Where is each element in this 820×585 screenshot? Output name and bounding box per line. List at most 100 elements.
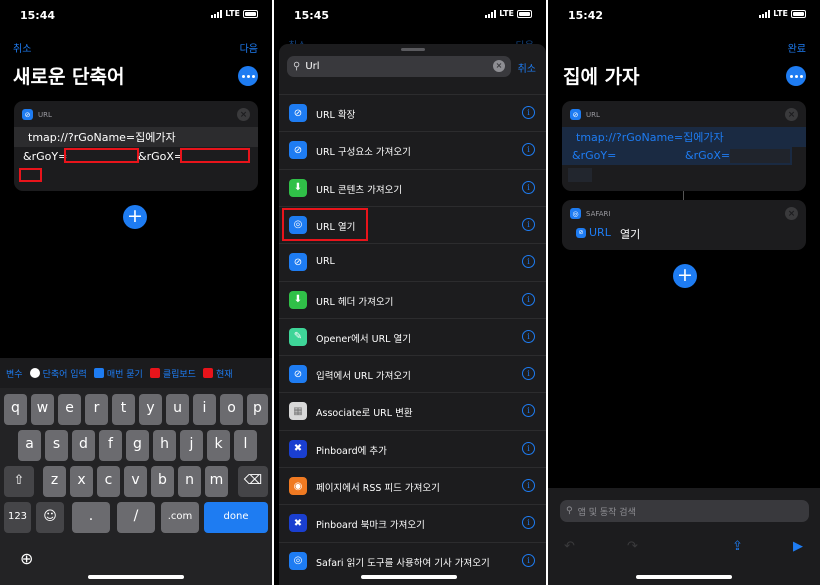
search-cancel-button[interactable]: 취소 (518, 60, 536, 75)
info-icon[interactable]: i (522, 143, 535, 157)
key-y[interactable]: y (139, 394, 162, 425)
url-variable-token[interactable]: ⊘ URL (576, 226, 611, 239)
result-row[interactable]: ▦ Associate로 URL 변환 i (279, 392, 546, 429)
key-s[interactable]: s (45, 430, 68, 461)
info-icon[interactable]: i (522, 255, 535, 269)
key-d[interactable]: d (72, 430, 95, 461)
result-row[interactable]: ◎ Safari 읽기 도구를 사용하여 기사 가져오기 i (279, 541, 546, 579)
key-k[interactable]: k (207, 430, 230, 461)
url-text-rgoy[interactable]: &rGoY= (572, 149, 616, 162)
share-icon[interactable]: ⇪ (732, 539, 743, 554)
info-icon[interactable]: i (522, 553, 535, 567)
play-icon[interactable]: ▶ (793, 539, 803, 554)
key-f[interactable]: f (99, 430, 122, 461)
clear-search-button[interactable]: × (493, 60, 505, 72)
key-x[interactable]: x (70, 466, 93, 497)
result-label: URL (316, 256, 335, 268)
url-text-line1[interactable]: tmap://?rGoName=집에가자 (576, 129, 724, 145)
result-row[interactable]: ⬇ URL 헤더 가져오기 i (279, 280, 546, 318)
globe-icon[interactable]: ⊕ (20, 549, 33, 568)
result-row[interactable]: ◉ 페이지에서 RSS 피드 가져오기 i (279, 467, 546, 504)
more-options-button[interactable] (238, 66, 258, 86)
undo-icon[interactable]: ↶ (564, 539, 575, 554)
key-b[interactable]: b (151, 466, 174, 497)
info-icon[interactable]: i (522, 516, 535, 530)
info-icon[interactable]: i (522, 329, 535, 343)
remove-action-button[interactable]: × (785, 207, 798, 220)
key-v[interactable]: v (124, 466, 147, 497)
result-row[interactable]: ⊘ URL 구성요소 가져오기 i (279, 131, 546, 168)
key-p[interactable]: p (247, 394, 268, 425)
info-icon[interactable]: i (522, 441, 535, 455)
sheet-grabber[interactable] (400, 48, 425, 51)
key-o[interactable]: o (220, 394, 243, 425)
key-r[interactable]: r (85, 394, 108, 425)
cancel-button[interactable]: 취소 (13, 40, 31, 55)
add-action-button[interactable]: + (673, 264, 697, 288)
info-icon[interactable]: i (522, 180, 535, 194)
numbers-key[interactable]: 123 (4, 502, 31, 533)
info-icon[interactable]: i (522, 404, 535, 418)
url-text-line1[interactable]: tmap://?rGoName=집에가자 (28, 129, 176, 145)
key-l[interactable]: l (234, 430, 257, 461)
key-t[interactable]: t (112, 394, 135, 425)
key-a[interactable]: a (18, 430, 41, 461)
suggestion-shortcut-input[interactable]: 단축어 입력 (43, 367, 87, 380)
open-url-action-card[interactable]: ◎ SAFARI × ⊘ URL 열기 (562, 200, 806, 250)
key-n[interactable]: n (178, 466, 201, 497)
info-icon[interactable]: i (522, 106, 535, 119)
download-icon: ⬇ (289, 178, 307, 197)
result-row[interactable]: ✖ Pinboard 북마크 가져오기 i (279, 504, 546, 541)
search-actions-input[interactable]: ⚲ 앱 및 동작 검색 (560, 500, 809, 522)
url-text-rgox[interactable]: &rGoX= (685, 149, 730, 162)
result-row[interactable]: ⊘ URL 확장 i (279, 94, 546, 131)
remove-action-button[interactable]: × (785, 108, 798, 121)
key-z[interactable]: z (43, 466, 66, 497)
info-icon[interactable]: i (522, 479, 535, 492)
phone-screen-shortcut-editor: 15:42 LTE 완료 집에 가자 ⊘ URL × tmap://?rGoNa… (548, 0, 820, 585)
key-dotcom[interactable]: .com (161, 502, 199, 533)
url-text-rgox[interactable]: &rGoX= (138, 150, 183, 163)
link-icon: ⊘ (289, 253, 307, 272)
suggestion-ask-each-time[interactable]: 매번 묻기 (107, 367, 143, 380)
suggestion-current[interactable]: 현재 (216, 367, 233, 380)
key-g[interactable]: g (126, 430, 149, 461)
redo-icon[interactable]: ↷ (627, 539, 638, 554)
backspace-key[interactable]: ⌫ (238, 466, 268, 497)
redacted-area (730, 149, 790, 163)
status-bar: 15:42 LTE (548, 0, 820, 30)
suggestion-clipboard[interactable]: 클립보드 (163, 367, 196, 380)
info-icon[interactable]: i (522, 367, 535, 381)
key-j[interactable]: j (180, 430, 203, 461)
add-action-button[interactable]: + (123, 205, 147, 229)
result-row[interactable]: ✖ Pinboard에 추가 i (279, 429, 546, 467)
next-button[interactable]: 다음 (240, 40, 258, 55)
result-row[interactable]: ✎ Opener에서 URL 열기 i (279, 317, 546, 355)
suggestion-variables[interactable]: 변수 (6, 367, 23, 380)
info-icon[interactable]: i (522, 292, 535, 306)
key-w[interactable]: w (31, 394, 54, 425)
key-h[interactable]: h (153, 430, 176, 461)
key-dot[interactable]: . (72, 502, 110, 533)
result-row[interactable]: ⬇ URL 콘텐츠 가져오기 i (279, 168, 546, 206)
more-options-button[interactable] (786, 66, 806, 86)
remove-action-button[interactable]: × (237, 108, 250, 121)
result-row[interactable]: ⊘ URL i (279, 243, 546, 280)
result-row[interactable]: ⊘ 입력에서 URL 가져오기 i (279, 355, 546, 392)
info-icon[interactable]: i (522, 217, 535, 231)
url-action-card[interactable]: ⊘ URL × tmap://?rGoName=집에가자 &rGoY= &rGo… (562, 101, 806, 191)
done-button[interactable]: 완료 (788, 40, 806, 55)
emoji-key[interactable]: ☺ (36, 502, 64, 533)
search-input[interactable]: ⚲ Url × (287, 56, 511, 77)
key-c[interactable]: c (97, 466, 120, 497)
key-slash[interactable]: / (117, 502, 155, 533)
key-u[interactable]: u (166, 394, 189, 425)
key-e[interactable]: e (58, 394, 81, 425)
key-q[interactable]: q (4, 394, 27, 425)
shift-key[interactable]: ⇧ (4, 466, 34, 497)
url-text-rgoy[interactable]: &rGoY= (23, 150, 67, 163)
key-i[interactable]: i (193, 394, 216, 425)
key-m[interactable]: m (205, 466, 228, 497)
url-action-card[interactable]: ⊘ URL × tmap://?rGoName=집에가자 &rGoY= &rGo… (14, 101, 258, 191)
done-key[interactable]: done (204, 502, 268, 533)
